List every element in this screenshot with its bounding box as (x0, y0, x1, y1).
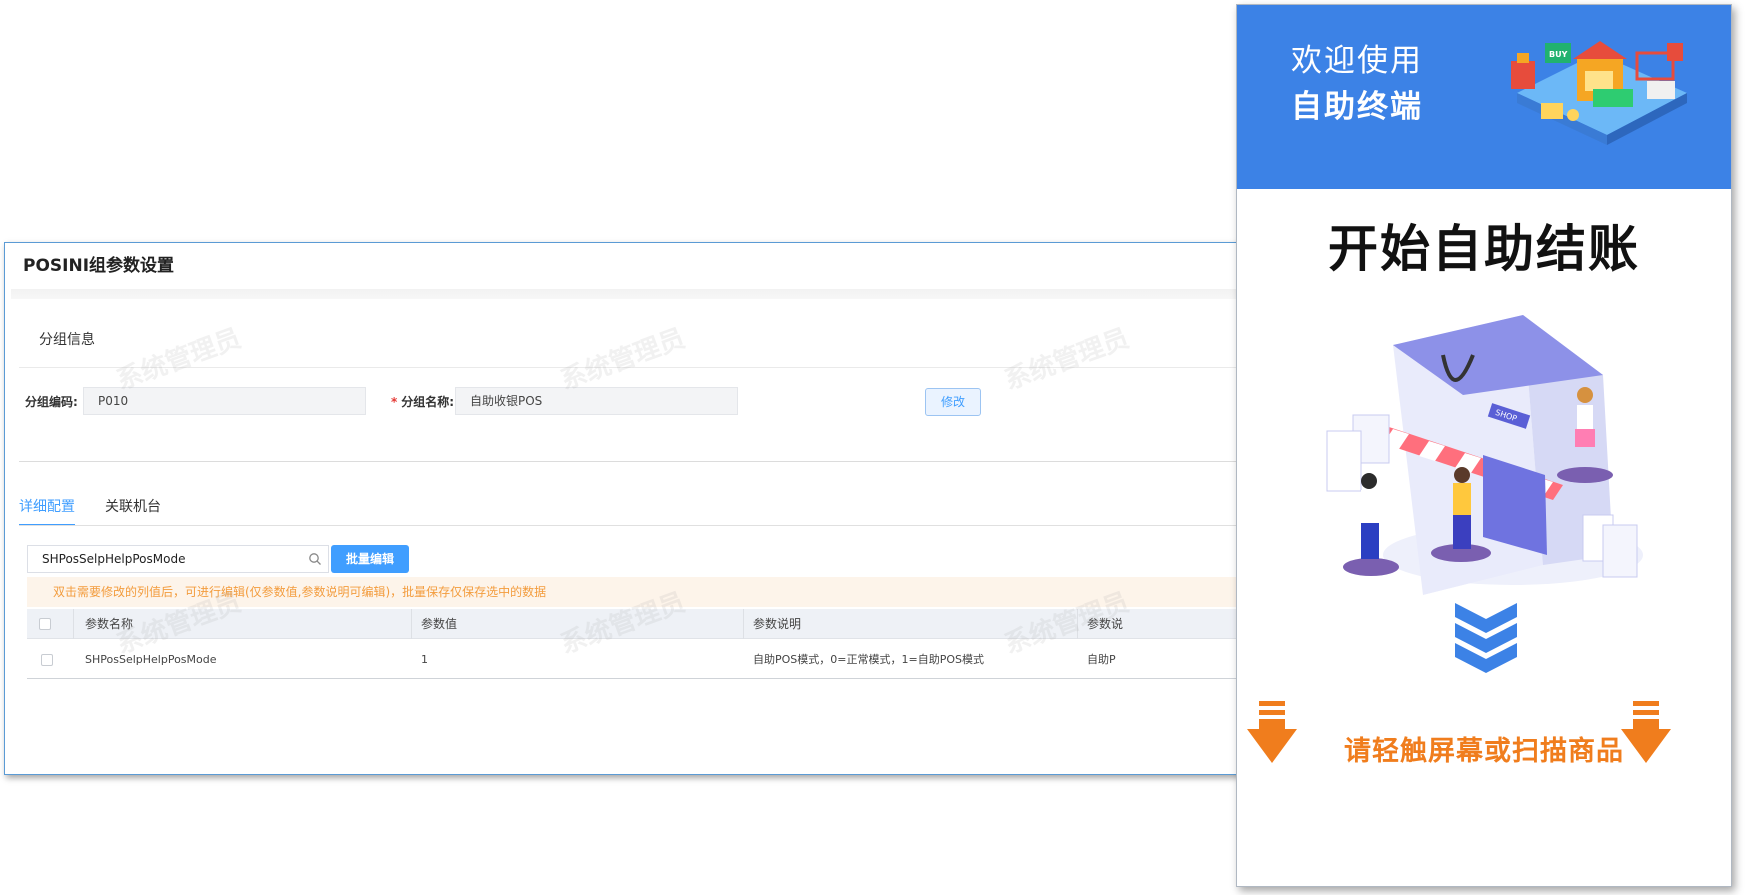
parameter-settings-panel: POSINI组参数设置 分组信息 分组编码: P010 * 分组名称: 自助收银P… (4, 242, 1254, 775)
tabs-underline (19, 525, 1253, 526)
cell-param-description[interactable]: 自助POS模式，0=正常模式，1=自助POS模式 (753, 641, 984, 679)
select-all-checkbox[interactable] (39, 618, 51, 630)
title-divider (11, 289, 1253, 299)
table-header: 参数名称 参数值 参数说明 参数说 (27, 609, 1253, 639)
table-row[interactable]: SHPosSelpHelpPosMode 1 自助POS模式，0=正常模式，1=… (27, 641, 1253, 679)
watermark: 系统管理员 (1000, 323, 1134, 397)
edit-notice: 双击需要修改的列值后，可进行编辑(仅参数值,参数说明可编辑)，批量保存仅保存选中… (27, 577, 1253, 607)
terminal-title: 自助终端 (1291, 89, 1423, 125)
row-checkbox[interactable] (41, 654, 53, 666)
watermark: 系统管理员 (112, 323, 246, 397)
column-header-param-name[interactable]: 参数名称 (85, 609, 133, 639)
cell-param-value[interactable]: 1 (421, 641, 428, 679)
modify-button[interactable]: 修改 (925, 388, 981, 416)
start-self-checkout-text[interactable]: 开始自助结账 (1237, 209, 1731, 281)
column-header-param-description[interactable]: 参数说明 (753, 609, 801, 639)
required-asterisk: * (391, 395, 398, 409)
group-name-field[interactable]: 自助收银POS (455, 387, 738, 415)
page-title: POSINI组参数设置 (23, 256, 175, 276)
search-icon[interactable] (308, 552, 322, 566)
self-service-kiosk-screen[interactable]: 欢迎使用 自助终端 BUY 开始自助结账 SHOP 请轻触屏幕或扫描商品 (1236, 4, 1732, 887)
shopping-illustration: BUY (1511, 41, 1687, 145)
column-header-param-value[interactable]: 参数值 (421, 609, 457, 639)
cell-param-name: SHPosSelpHelpPosMode (85, 653, 217, 666)
column-divider (73, 609, 74, 639)
search-input[interactable]: SHPosSelpHelpPosMode (27, 545, 329, 573)
chevrons-down-icon (1455, 603, 1517, 673)
shop-scene-illustration: SHOP (1326, 315, 1643, 595)
column-divider (743, 609, 744, 639)
welcome-text: 欢迎使用 (1291, 43, 1423, 79)
group-name-label-wrap: * 分组名称: (391, 393, 454, 410)
buy-badge-text: BUY (1549, 50, 1568, 59)
group-info-section-label: 分组信息 (39, 332, 95, 348)
column-header-param-extra[interactable]: 参数说 (1087, 609, 1123, 639)
touch-or-scan-hint: 请轻触屏幕或扫描商品 (1344, 736, 1624, 767)
kiosk-header: 欢迎使用 自助终端 BUY (1237, 5, 1731, 189)
divider (19, 461, 1253, 462)
batch-edit-button[interactable]: 批量编辑 (331, 545, 409, 573)
cell-param-extra: 自助P (1087, 653, 1116, 666)
group-name-label: 分组名称: (401, 395, 455, 409)
tab-linked-terminals[interactable]: 关联机台 (105, 496, 161, 524)
tab-detail-config[interactable]: 详细配置 (19, 496, 75, 526)
search-input-value: SHPosSelpHelpPosMode (42, 552, 186, 566)
watermark: 系统管理员 (556, 323, 690, 397)
group-code-label: 分组编码: (25, 395, 78, 409)
column-divider (1077, 609, 1078, 639)
divider (19, 367, 1253, 368)
column-divider (411, 609, 412, 639)
group-code-field[interactable]: P010 (83, 387, 366, 415)
